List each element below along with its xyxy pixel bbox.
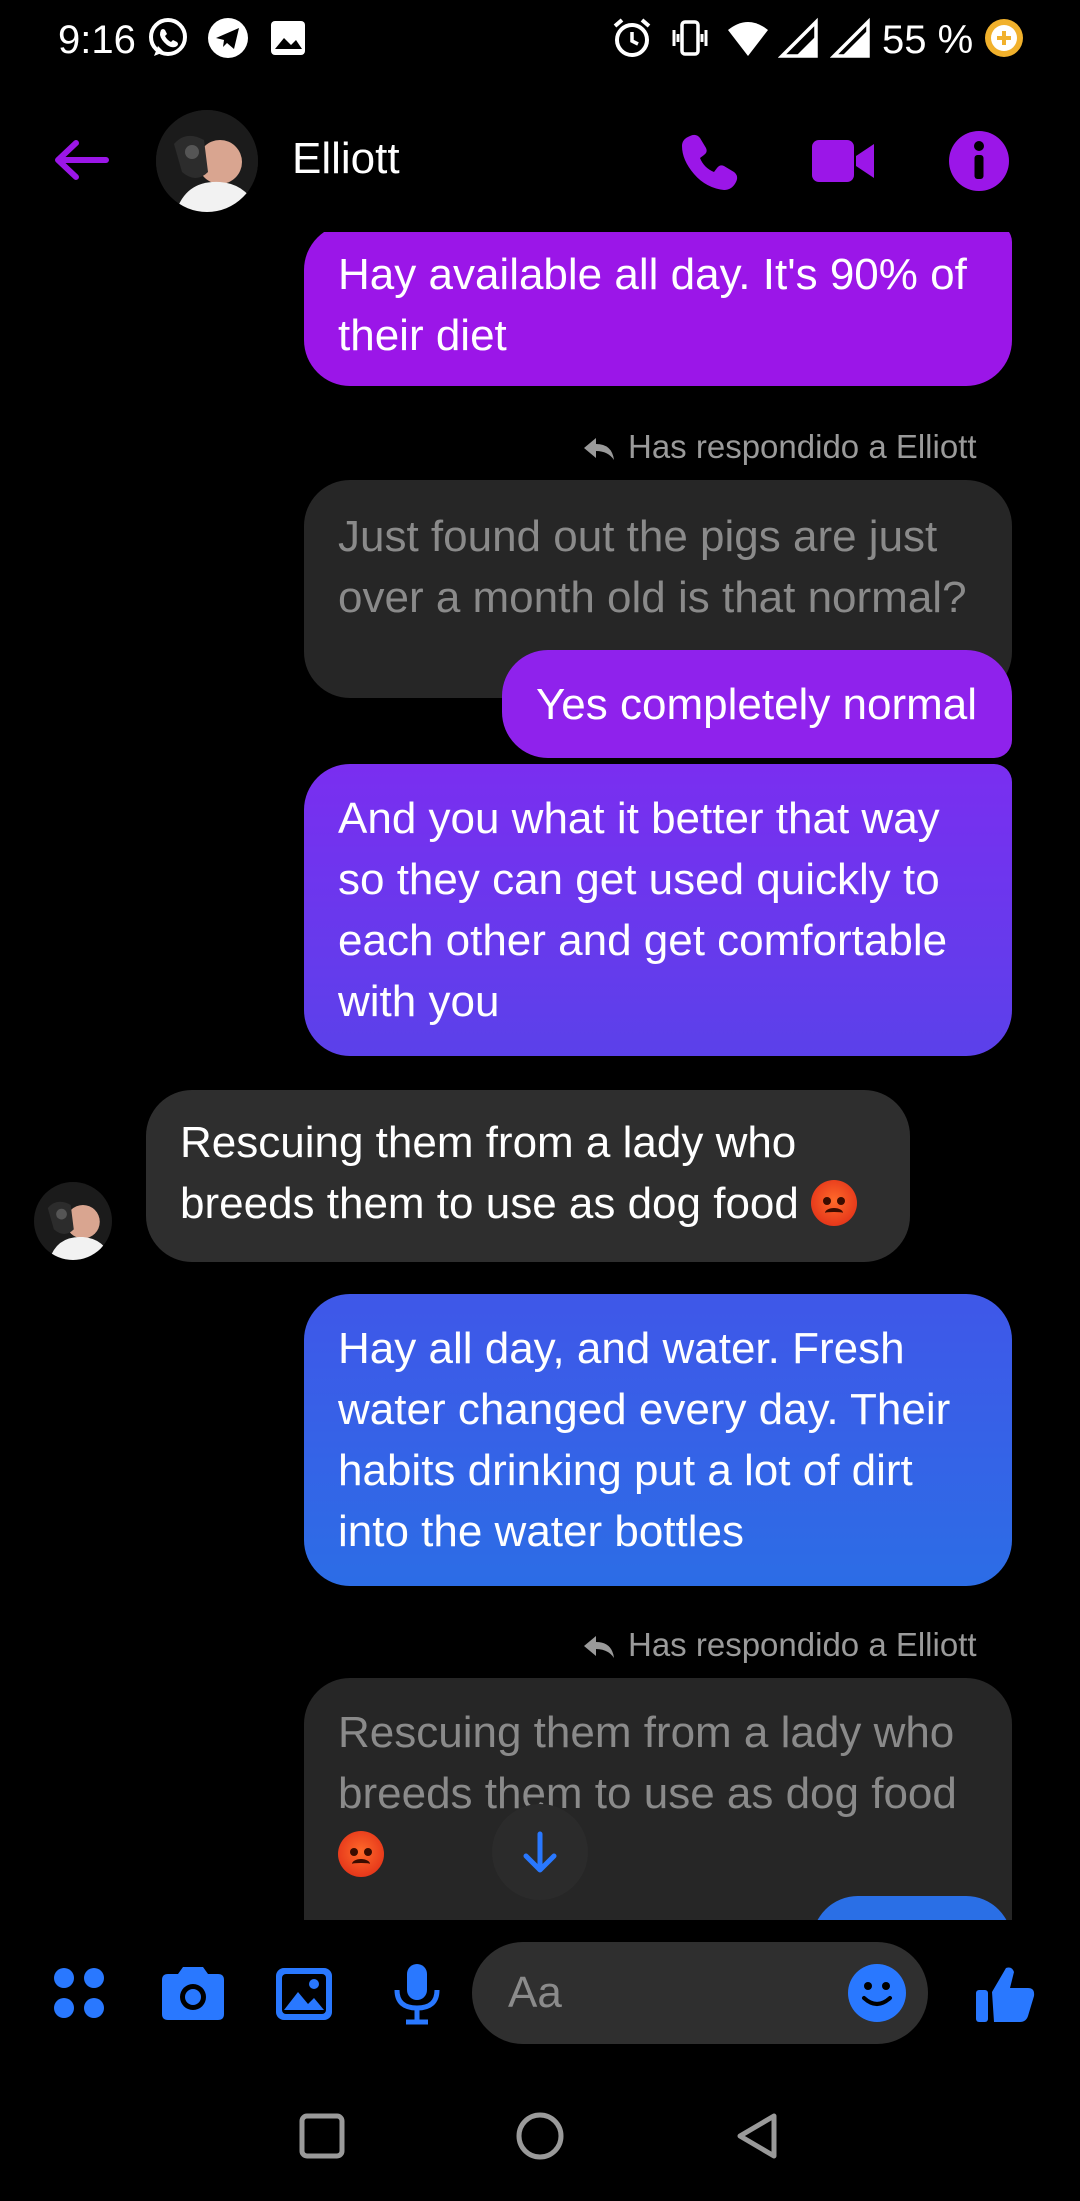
- avatar-photo: [34, 1182, 112, 1260]
- message-outgoing[interactable]: Yes completely normal: [502, 650, 1012, 758]
- wifi-icon: [728, 22, 768, 56]
- signal-icon: [778, 17, 818, 58]
- whatsapp-icon: [149, 18, 187, 56]
- message-outgoing-partial[interactable]: [812, 1896, 1012, 1920]
- gallery-icon: [271, 21, 305, 55]
- telegram-icon: [208, 18, 248, 58]
- message-incoming[interactable]: Rescuing them from a lady who breeds the…: [146, 1090, 910, 1262]
- message-composer[interactable]: [472, 1942, 928, 2044]
- angry-face-emoji: [338, 1831, 384, 1877]
- thumbs-up-icon[interactable]: [970, 1962, 1040, 2026]
- reply-label-text: Has respondido a Elliott: [628, 428, 977, 465]
- recents-icon[interactable]: [294, 2108, 350, 2164]
- video-call-icon[interactable]: [810, 128, 876, 194]
- reply-icon: [584, 1636, 614, 1658]
- microphone-icon[interactable]: [382, 1962, 452, 2026]
- avatar-photo: [156, 110, 258, 212]
- message-text: Yes completely normal: [536, 680, 978, 729]
- message-text: Hay all day, and water. Fresh water chan…: [338, 1324, 951, 1556]
- reply-indicator: Has respondido a Elliott: [582, 1626, 977, 1664]
- quoted-message[interactable]: Rescuing them from a lady who breeds the…: [304, 1678, 1012, 1920]
- message-outgoing[interactable]: Hay all day, and water. Fresh water chan…: [304, 1294, 1012, 1586]
- smiley-face: [862, 1982, 892, 2006]
- home-icon[interactable]: [512, 2108, 568, 2164]
- message-outgoing[interactable]: Hay available all day. It's 90% of their…: [304, 232, 1012, 386]
- gallery-icon[interactable]: [270, 1962, 340, 2026]
- camera-icon[interactable]: [158, 1962, 228, 2026]
- battery-saver-icon: [985, 19, 1023, 57]
- message-text: Hay available all day. It's 90% of their…: [338, 250, 967, 360]
- signal-icon-2: [830, 17, 870, 58]
- quoted-text: Just found out the pigs are just over a …: [338, 512, 967, 622]
- contact-avatar[interactable]: [156, 110, 258, 212]
- back-icon[interactable]: [730, 2108, 786, 2164]
- vibrate-icon: [672, 20, 708, 56]
- angry-face-emoji: [811, 1180, 858, 1226]
- arrow-down-icon: [523, 1831, 557, 1873]
- contact-avatar-small[interactable]: [34, 1182, 112, 1260]
- status-time: 9:16: [58, 18, 136, 62]
- message-list[interactable]: Hay available all day. It's 90% of their…: [0, 232, 1080, 1920]
- alarm-icon: [613, 18, 651, 57]
- reply-icon: [584, 438, 614, 460]
- message-text: Rescuing them from a lady who breeds the…: [180, 1118, 799, 1228]
- reply-label-text: Has respondido a Elliott: [628, 1626, 977, 1663]
- message-input[interactable]: [506, 1962, 830, 2024]
- reply-indicator: Has respondido a Elliott: [582, 428, 977, 466]
- apps-icon[interactable]: [46, 1962, 116, 2026]
- battery-percentage: 55 %: [882, 18, 974, 62]
- message-text: And you what it better that way so they …: [338, 794, 948, 1026]
- message-outgoing[interactable]: And you what it better that way so they …: [304, 764, 1012, 1056]
- back-arrow-icon[interactable]: [50, 135, 110, 185]
- phone-icon[interactable]: [676, 128, 742, 194]
- quoted-text: Rescuing them from a lady who breeds the…: [338, 1708, 957, 1818]
- contact-name[interactable]: Elliott: [292, 134, 400, 184]
- info-icon[interactable]: [946, 128, 1012, 194]
- emoji-icon[interactable]: [848, 1964, 906, 2022]
- scroll-to-bottom-button[interactable]: [492, 1804, 588, 1900]
